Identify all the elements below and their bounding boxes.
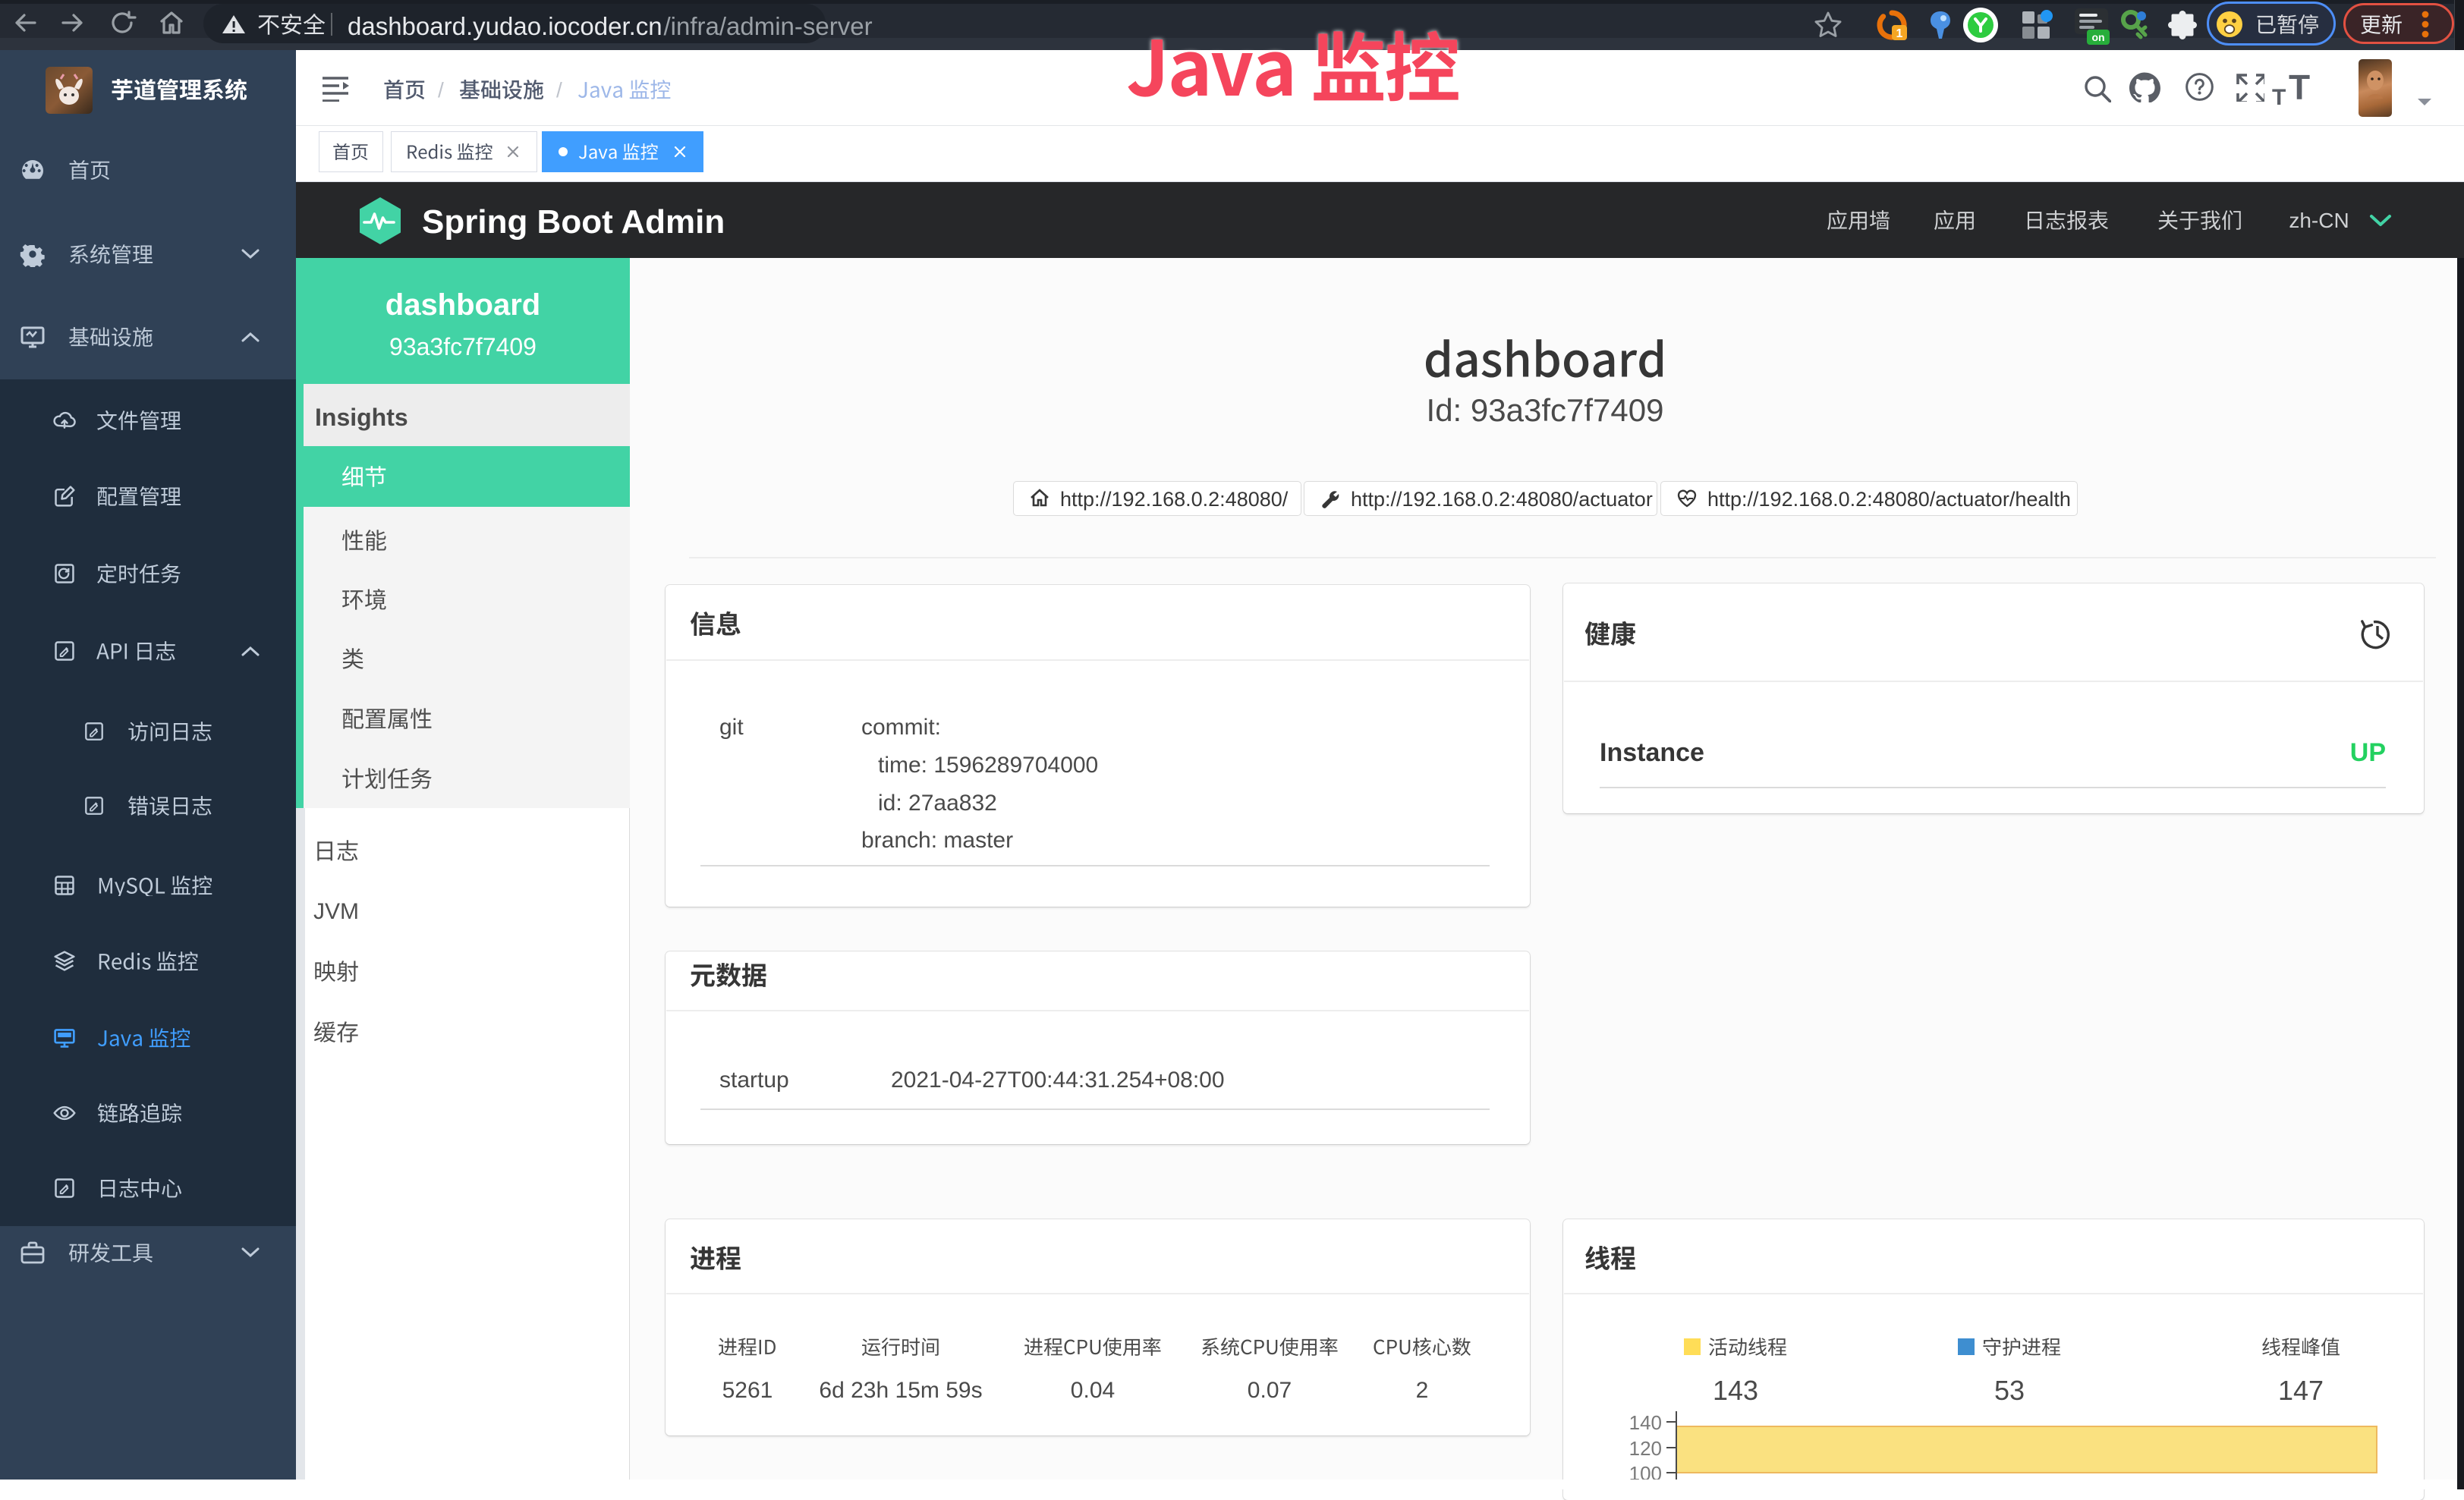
svg-text:1: 1 [1896, 27, 1903, 40]
svg-text:on: on [2091, 31, 2104, 43]
